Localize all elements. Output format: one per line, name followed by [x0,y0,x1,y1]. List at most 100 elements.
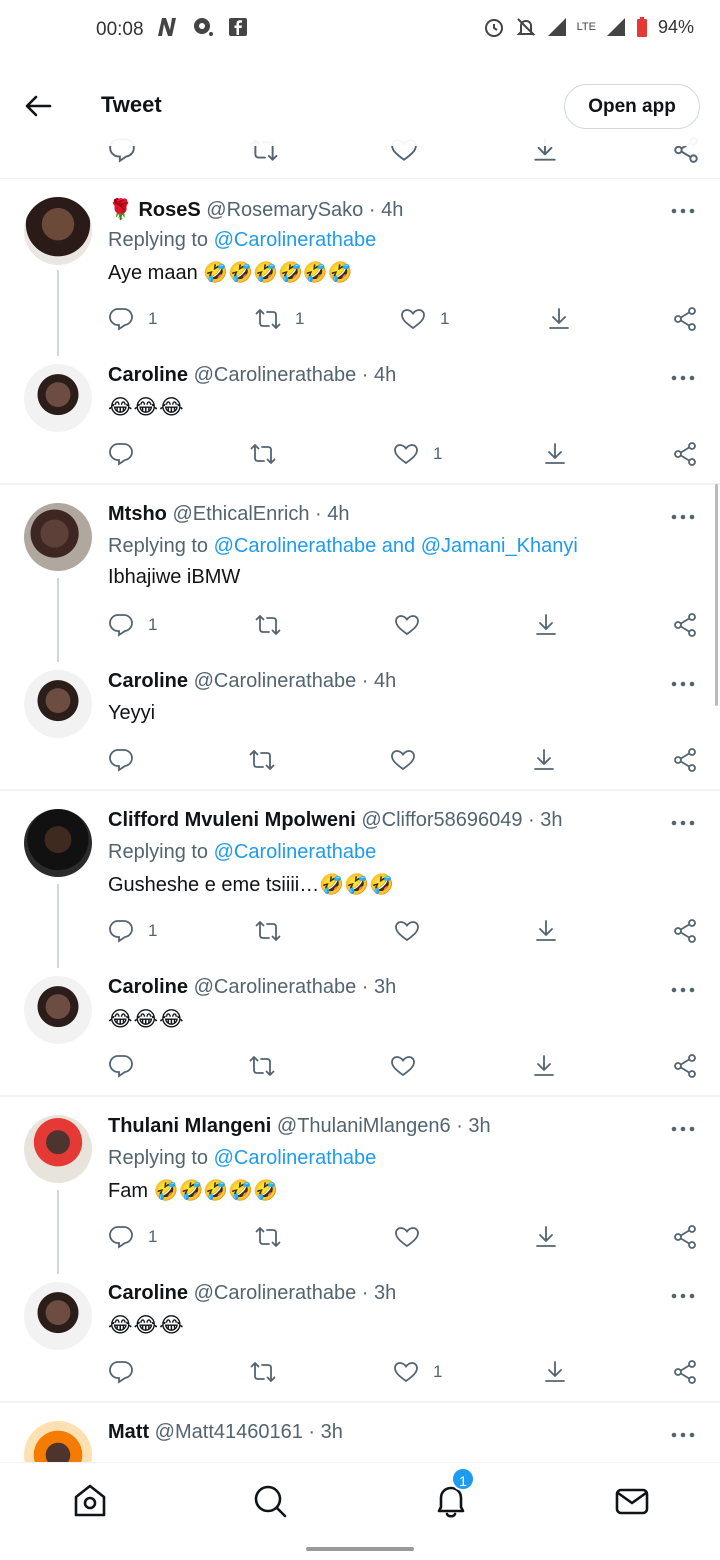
share-button[interactable] [672,610,698,640]
avatar[interactable] [24,1282,92,1350]
mention-link[interactable]: @Carolinerathabe [214,1147,377,1169]
author-handle[interactable]: @Carolinerathabe · 4h [194,670,397,692]
author-handle[interactable]: @Matt41460161 · 3h [155,1421,343,1443]
avatar[interactable] [24,976,92,1044]
author-name[interactable]: Caroline [108,976,188,998]
author-handle[interactable]: @Carolinerathabe · 3h [194,1282,397,1304]
more-options-icon[interactable] [668,368,698,388]
avatar[interactable] [24,1115,92,1183]
tweet-meta: Matt @Matt41460161 · 3h [108,1421,343,1444]
search-icon[interactable] [250,1481,290,1521]
author-name[interactable]: Thulani Mlangeni [108,1115,271,1137]
more-options-icon[interactable] [668,813,698,833]
download-button[interactable] [546,304,572,334]
share-button[interactable] [672,1357,698,1387]
download-button[interactable] [533,916,559,946]
like-button[interactable] [394,916,420,946]
retweet-button[interactable] [255,610,281,640]
reply-button[interactable]: 1 [108,304,157,334]
tweet-text: 😂😂😂 [108,1314,185,1337]
messages-icon[interactable] [612,1481,652,1521]
avatar[interactable] [24,503,92,571]
home-icon[interactable] [70,1481,110,1521]
mention-link[interactable]: @Carolinerathabe [214,841,377,863]
share-button[interactable] [672,916,698,946]
reply-button[interactable] [108,1357,134,1387]
share-button[interactable] [672,439,698,469]
back-arrow-icon[interactable] [22,90,54,122]
avatar[interactable] [24,364,92,432]
reply-button[interactable]: 1 [108,916,157,946]
download-button[interactable] [533,1222,559,1252]
author-handle[interactable]: @Carolinerathabe · 3h [194,976,397,998]
more-options-icon[interactable] [668,507,698,527]
reply-button[interactable]: 1 [108,1222,157,1252]
notifications-button[interactable]: 1 [431,1467,475,1521]
download-button[interactable] [542,1357,568,1387]
author-name[interactable]: RoseS [138,199,200,221]
more-options-icon[interactable] [668,980,698,1000]
more-options-icon[interactable] [668,1286,698,1306]
like-count: 1 [433,1362,443,1381]
battery-icon [636,17,647,37]
avatar[interactable] [24,670,92,738]
download-icon [536,1226,556,1247]
author-name[interactable]: Clifford Mvuleni Mpolweni [108,809,356,831]
reply-button[interactable]: 1 [108,610,157,640]
author-name[interactable]: Caroline [108,670,188,692]
download-button[interactable] [531,745,557,775]
author-handle[interactable]: @EthicalEnrich · 4h [172,503,349,525]
rose-icon: 🌹 [108,199,133,221]
author-name[interactable]: Caroline [108,1282,188,1304]
author-name[interactable]: Caroline [108,364,188,386]
retweet-button[interactable] [250,439,276,469]
more-options-icon[interactable] [668,1425,698,1445]
home-indicator[interactable] [306,1547,414,1551]
author-name[interactable]: Mtsho [108,503,167,525]
like-button[interactable] [394,1222,420,1252]
reply-button[interactable] [108,1051,134,1081]
n-app-icon [158,18,176,36]
open-app-button[interactable]: Open app [564,84,700,129]
author-handle[interactable]: @Cliffor58696049 · 3h [361,809,562,831]
author-handle[interactable]: @Carolinerathabe · 4h [194,364,397,386]
like-button[interactable]: 1 [393,1357,442,1387]
bottom-navigation: 1 [0,1462,720,1560]
share-button[interactable] [672,745,698,775]
like-button[interactable] [390,745,416,775]
avatar[interactable] [24,809,92,877]
share-button[interactable] [672,1222,698,1252]
author-name[interactable]: Matt [108,1421,149,1443]
retweet-button[interactable] [255,1222,281,1252]
reply-button[interactable] [108,745,134,775]
author-handle[interactable]: @ThulaniMlangen6 · 3h [277,1115,491,1137]
retweet-button[interactable]: 1 [255,304,304,334]
retweet-button[interactable] [249,745,275,775]
retweet-button[interactable] [255,916,281,946]
retweet-icon [255,309,281,329]
share-icon [674,442,696,466]
like-button[interactable] [394,610,420,640]
download-button[interactable] [533,610,559,640]
retweet-icon [255,921,281,941]
avatar[interactable] [24,197,92,265]
download-button[interactable] [542,439,568,469]
more-options-icon[interactable] [668,1119,698,1139]
scrollbar[interactable] [715,484,718,706]
author-handle[interactable]: @RosemarySako · 4h [206,199,403,221]
download-button[interactable] [531,1051,557,1081]
mention-link[interactable]: @Carolinerathabe and @Jamani_Khanyi [214,535,578,557]
more-options-icon[interactable] [668,674,698,694]
retweet-button[interactable] [250,1357,276,1387]
like-button[interactable]: 1 [400,304,449,334]
mention-link[interactable]: @Carolinerathabe [214,229,377,251]
reply-icon [109,1055,133,1078]
reply-button[interactable] [108,439,134,469]
tweet-actions: 1 [0,439,720,469]
retweet-button[interactable] [249,1051,275,1081]
more-options-icon[interactable] [668,201,698,221]
share-button[interactable] [672,304,698,334]
share-button[interactable] [672,1051,698,1081]
like-button[interactable]: 1 [393,439,442,469]
like-button[interactable] [390,1051,416,1081]
